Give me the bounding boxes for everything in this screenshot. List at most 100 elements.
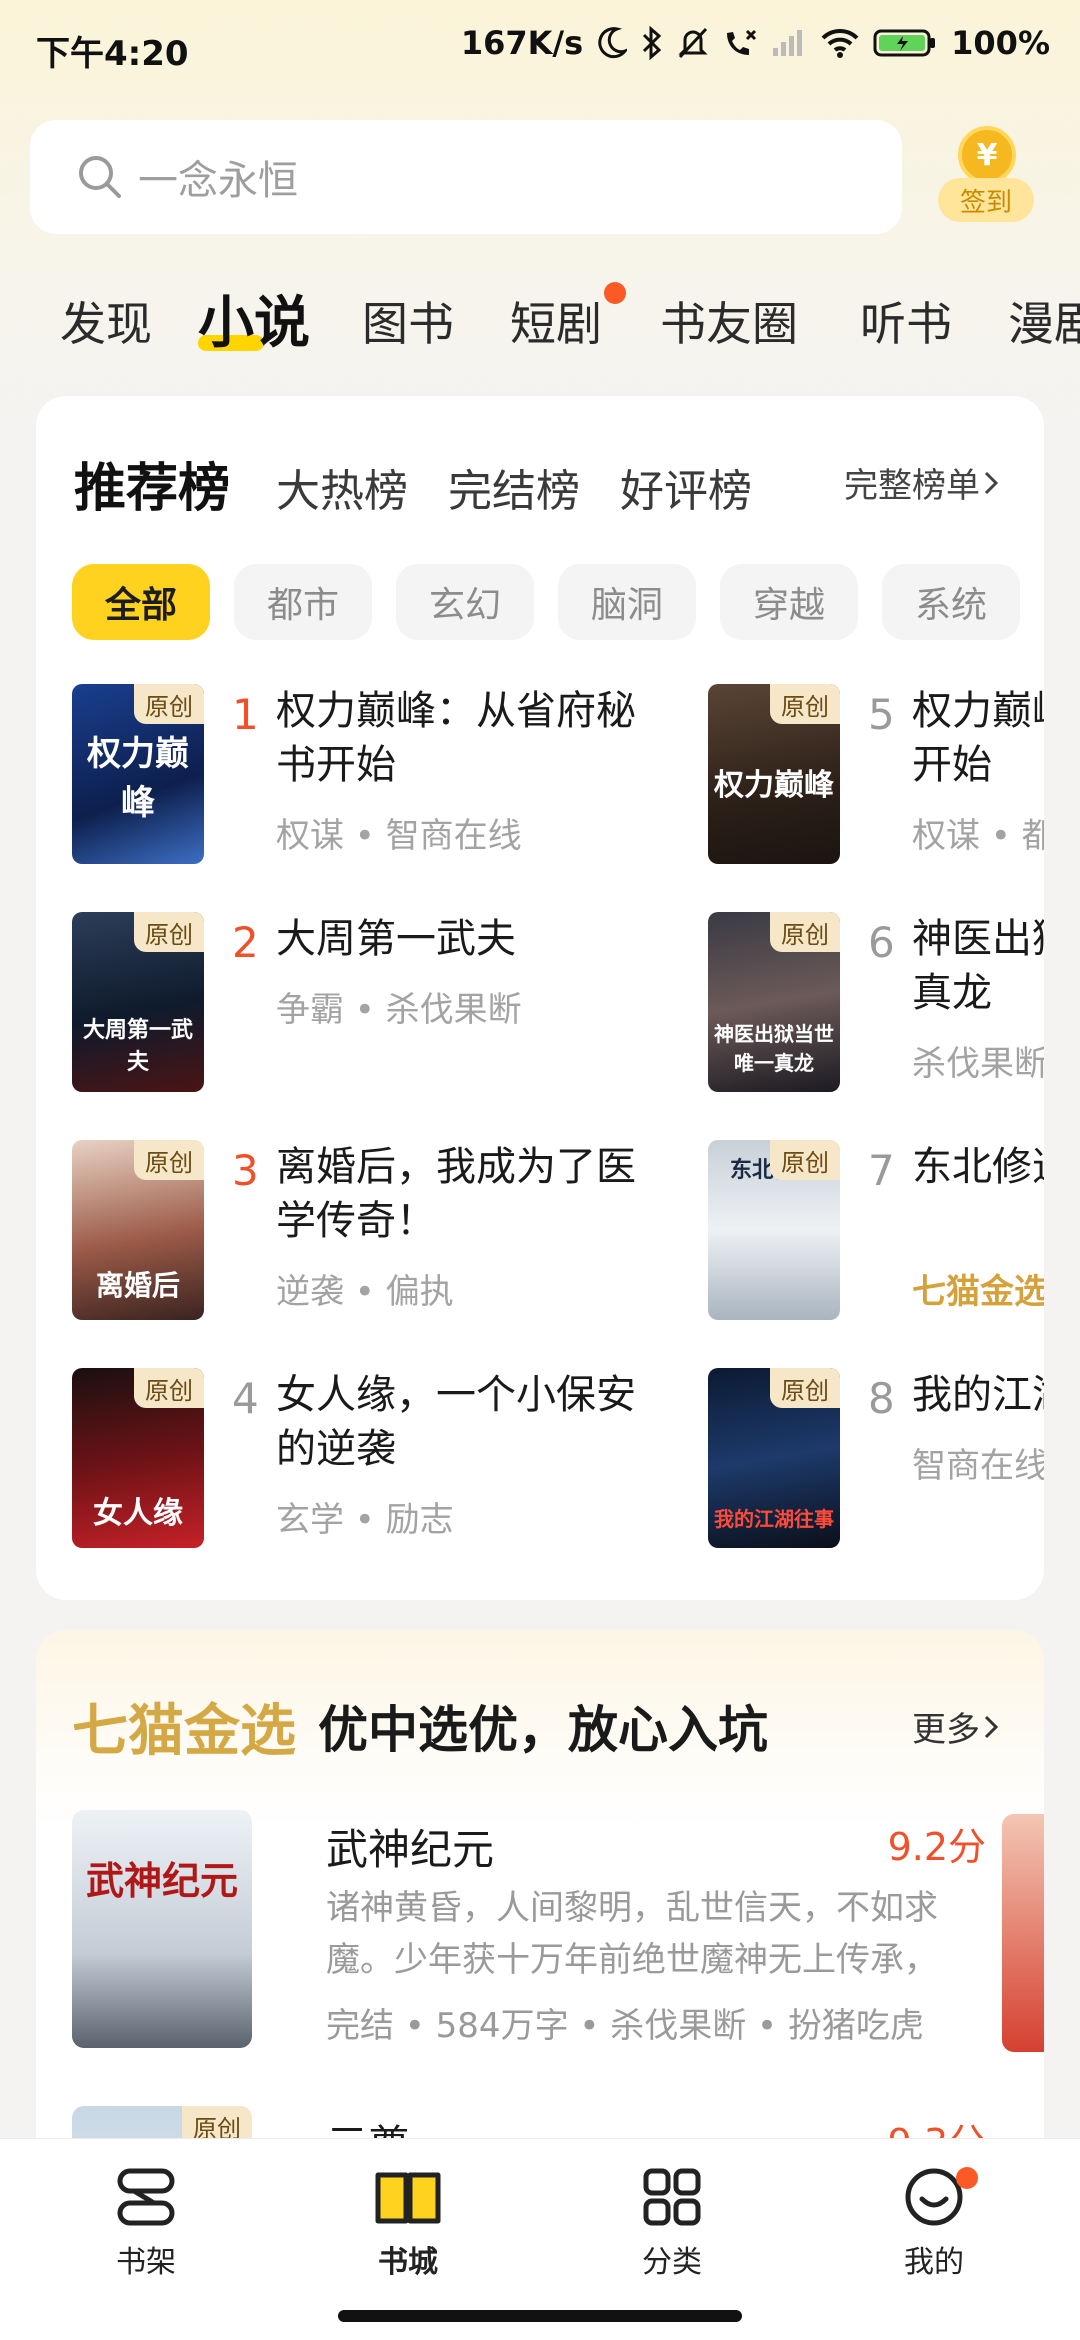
rank-book-item[interactable]: 权力巅峰 原创 5 权力巅峰：从村书记开始 权谋 • 都市: [708, 684, 1044, 874]
rank-book-item[interactable]: 我的江湖往事 原创 8 我的江湖往事 智商在线: [708, 1368, 1044, 1558]
tab-book-friends[interactable]: 书友圈: [660, 288, 798, 354]
checkin-label: 签到: [938, 178, 1034, 222]
book-title: 武神纪元: [326, 1825, 495, 1874]
book-cover: 女人缘 原创: [72, 1368, 204, 1548]
rank-tab-recommend[interactable]: 推荐榜: [74, 446, 230, 521]
book-cover: 武神纪元: [72, 1810, 252, 2048]
cover-title: 女人缘: [93, 1496, 183, 1531]
book-meta: 完结 • 584万字 • 杀伐果断 • 扮猪吃虎: [326, 2006, 924, 2046]
cover-title: 权力巅峰: [714, 768, 834, 803]
rank-book-item[interactable]: 权力巅峰 原创 1 权力巅峰：从省府秘书开始 权谋 • 智商在线: [72, 684, 672, 874]
more-link[interactable]: 更多: [912, 1702, 1002, 1751]
top-tabs: 发现 小说 图书 短剧 书友圈 听书 漫剧: [0, 278, 1080, 368]
rank-number: 6: [868, 918, 895, 967]
nav-bookshelf-label: 书架: [116, 2245, 176, 2280]
battery-percent: 100%: [951, 24, 1050, 62]
mute-icon: [677, 26, 709, 60]
rank-book-item[interactable]: 女人缘 原创 4 女人缘，一个小保安的逆袭 玄学 • 励志: [72, 1368, 672, 1558]
chip-system[interactable]: 系统: [882, 564, 1020, 640]
nav-profile-label: 我的: [904, 2245, 964, 2280]
moon-icon: [597, 27, 628, 59]
rank-tab-completed[interactable]: 完结榜: [448, 455, 580, 519]
original-tag: 原创: [770, 684, 840, 724]
genre-chips: 全部 都市 玄幻 脑洞 穿越 系统: [72, 564, 1020, 640]
chip-all[interactable]: 全部: [72, 564, 210, 640]
grid-icon: [643, 2168, 701, 2226]
rank-tabs: 推荐榜 大热榜 完结榜 好评榜: [74, 446, 792, 521]
book-open-icon: [375, 2172, 441, 2224]
nav-bookstore[interactable]: 书城: [338, 2165, 478, 2285]
chevron-right-icon: [984, 471, 999, 494]
book-meta: 杀伐果断: [912, 1044, 1044, 1084]
tab-novel[interactable]: 小说: [198, 278, 310, 359]
rank-number: 5: [868, 690, 895, 739]
nav-category[interactable]: 分类: [602, 2165, 742, 2285]
tab-audiobook[interactable]: 听书: [860, 288, 952, 354]
rank-number: 3: [232, 1146, 259, 1195]
book-cover: 大周第一武夫 原创: [72, 912, 204, 1092]
book-meta: 七猫金选: [912, 1272, 1044, 1312]
notification-dot: [956, 2167, 978, 2189]
rank-tab-hot[interactable]: 大热榜: [276, 455, 408, 519]
book-cover: 离婚后 原创: [72, 1140, 204, 1320]
chip-urban[interactable]: 都市: [234, 564, 372, 640]
coin-icon: ¥: [958, 126, 1016, 184]
cover-title: 离婚后: [95, 1269, 180, 1302]
rank-number: 1: [232, 690, 259, 739]
cover-title: 神医出狱当世唯一真龙: [714, 1022, 834, 1075]
tab-comic-drama[interactable]: 漫剧: [1008, 288, 1080, 354]
tab-books[interactable]: 图书: [362, 288, 454, 354]
original-tag: 原创: [770, 1140, 840, 1180]
nav-bookshelf[interactable]: 书架: [76, 2165, 216, 2285]
book-meta: 逆袭 • 偏执: [276, 1272, 454, 1312]
original-tag: 原创: [134, 1368, 204, 1408]
gold-slogan: 优中选优，放心入坑: [318, 1701, 768, 1759]
battery-icon: [873, 27, 937, 59]
chip-fantasy[interactable]: 玄幻: [396, 564, 534, 640]
rank-number: 2: [232, 918, 259, 967]
original-tag: 原创: [770, 1368, 840, 1408]
book-cover: 东北修道 原创: [708, 1140, 840, 1320]
nav-bookstore-label: 书城: [378, 2245, 438, 2280]
tab-novel-label: 小说: [198, 291, 310, 356]
bluetooth-icon: [641, 26, 663, 60]
rank-number: 8: [868, 1374, 895, 1423]
call-icon: [723, 27, 757, 59]
book-meta: 玄学 • 励志: [276, 1500, 454, 1540]
rank-book-item[interactable]: 神医出狱当世唯一真龙 原创 6 神医出狱，当世唯一真龙 杀伐果断: [708, 912, 1044, 1102]
book-title: 权力巅峰：从村书记开始: [912, 688, 1044, 788]
status-icons: 167K/s 100%: [461, 24, 1050, 62]
status-time: 下午4:20: [36, 34, 189, 74]
tab-discover[interactable]: 发现: [60, 288, 152, 354]
wifi-icon: [821, 28, 859, 58]
rank-number: 7: [868, 1146, 895, 1195]
original-tag: 原创: [770, 912, 840, 952]
original-tag: 原创: [134, 1140, 204, 1180]
chip-brain-hole[interactable]: 脑洞: [558, 564, 696, 640]
chip-time-travel[interactable]: 穿越: [720, 564, 858, 640]
rank-book-item[interactable]: 离婚后 原创 3 离婚后，我成为了医学传奇！ 逆袭 • 偏执: [72, 1140, 672, 1330]
search-placeholder: 一念永恒: [138, 158, 298, 204]
home-indicator[interactable]: [338, 2310, 742, 2322]
checkin-button[interactable]: ¥ 签到: [934, 126, 1034, 230]
rank-number: 4: [232, 1374, 259, 1423]
more-label: 更多: [912, 1710, 980, 1750]
tab-short-drama[interactable]: 短剧: [510, 288, 602, 354]
book-meta: 智商在线: [912, 1446, 1044, 1486]
book-title: 女人缘，一个小保安的逆袭: [276, 1372, 636, 1472]
rank-tab-rated[interactable]: 好评榜: [620, 455, 752, 519]
cover-title: 武神纪元: [85, 1859, 238, 1903]
book-cover: 权力巅峰 原创: [72, 684, 204, 864]
cover-title: 权力巅峰: [87, 734, 189, 823]
rank-book-item[interactable]: 东北修道 原创 7 东北修道，世人敬我 七猫金选: [708, 1140, 1044, 1330]
full-list-link[interactable]: 完整榜单: [844, 458, 1002, 507]
book-title: 离婚后，我成为了医学传奇！: [276, 1144, 636, 1244]
featured-book[interactable]: 武神纪元 武神纪元 9.2分 诸神黄昏，人间黎明，乱世信天，不如求魔。少年获十万…: [72, 1810, 992, 2060]
search-input[interactable]: 一念永恒: [30, 120, 902, 234]
status-bar: 下午4:20 167K/s 100%: [0, 0, 1080, 100]
original-tag: 原创: [134, 912, 204, 952]
nav-profile[interactable]: 我的: [864, 2165, 1004, 2285]
rank-book-item[interactable]: 大周第一武夫 原创 2 大周第一武夫 争霸 • 杀伐果断: [72, 912, 672, 1102]
new-dot: [604, 282, 626, 304]
cover-title: 大周第一武夫: [82, 1018, 193, 1075]
